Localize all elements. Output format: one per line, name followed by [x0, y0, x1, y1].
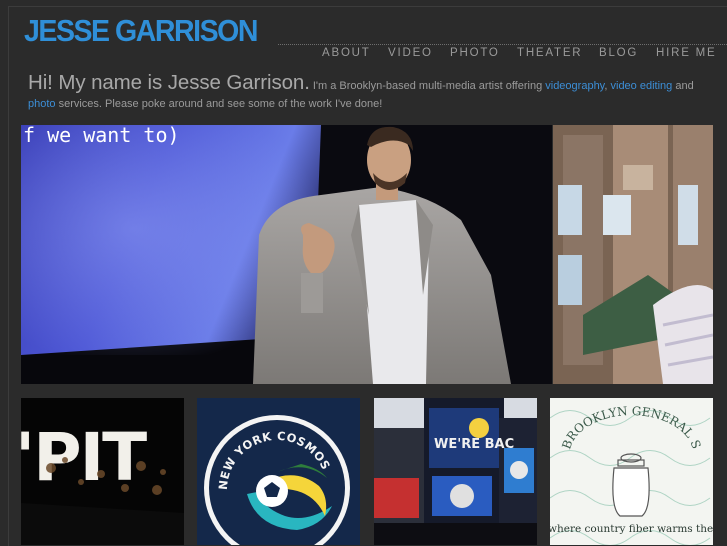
- header-divider: [278, 44, 727, 45]
- thumbnail-times-square[interactable]: WE'RE BAC: [374, 398, 537, 545]
- nav-blog[interactable]: BLOG: [599, 47, 638, 59]
- thumbnail-cosmos[interactable]: NEW YORK COSMOS: [197, 398, 360, 545]
- intro-text: I'm a Brooklyn-based multi-media artist …: [309, 80, 546, 92]
- video-editing-link[interactable]: video editing: [611, 80, 673, 92]
- brooklyn-general-store-logo: BROOKLYN GENERAL STORE where country fib…: [550, 398, 713, 545]
- nav-theater[interactable]: THEATER: [517, 47, 582, 59]
- intro-headline: Hi! My name is Jesse Garrison.: [28, 71, 310, 94]
- pit-text: 'PIT: [21, 419, 147, 496]
- ny-cosmos-logo: NEW YORK COSMOS: [197, 398, 360, 545]
- thumbnail-brooklyn-general-store[interactable]: BROOKLYN GENERAL STORE where country fib…: [550, 398, 713, 545]
- hero-performer-photo: f we want to): [21, 125, 552, 384]
- site-logo[interactable]: JESSE GARRISON: [24, 14, 258, 48]
- hero-side-image[interactable]: [553, 125, 713, 384]
- photo-link[interactable]: photo: [28, 98, 56, 110]
- videography-link[interactable]: videography: [545, 80, 604, 92]
- main-nav: ABOUT VIDEO PHOTO THEATER BLOG HIRE ME: [0, 47, 727, 61]
- nav-hire-me[interactable]: HIRE ME: [656, 47, 717, 59]
- times-square-photo: WE'RE BAC: [374, 398, 537, 545]
- projected-text: f we want to): [23, 125, 180, 147]
- nav-photo[interactable]: PHOTO: [450, 47, 500, 59]
- thumbnail-pit[interactable]: 'PIT: [21, 398, 184, 545]
- building-photo: [553, 125, 713, 384]
- nav-video[interactable]: VIDEO: [388, 47, 433, 59]
- hero-image[interactable]: f we want to): [21, 125, 552, 384]
- times-square-text: WE'RE BAC: [434, 437, 514, 452]
- pit-image: 'PIT: [21, 398, 184, 545]
- intro-paragraph: Hi! My name is Jesse Garrison. I'm a Bro…: [28, 71, 698, 113]
- store-tagline: where country fiber warms the big city: [550, 523, 713, 535]
- nav-about[interactable]: ABOUT: [322, 47, 371, 59]
- intro-text: and: [672, 80, 694, 92]
- intro-text: services. Please poke around and see som…: [55, 98, 383, 110]
